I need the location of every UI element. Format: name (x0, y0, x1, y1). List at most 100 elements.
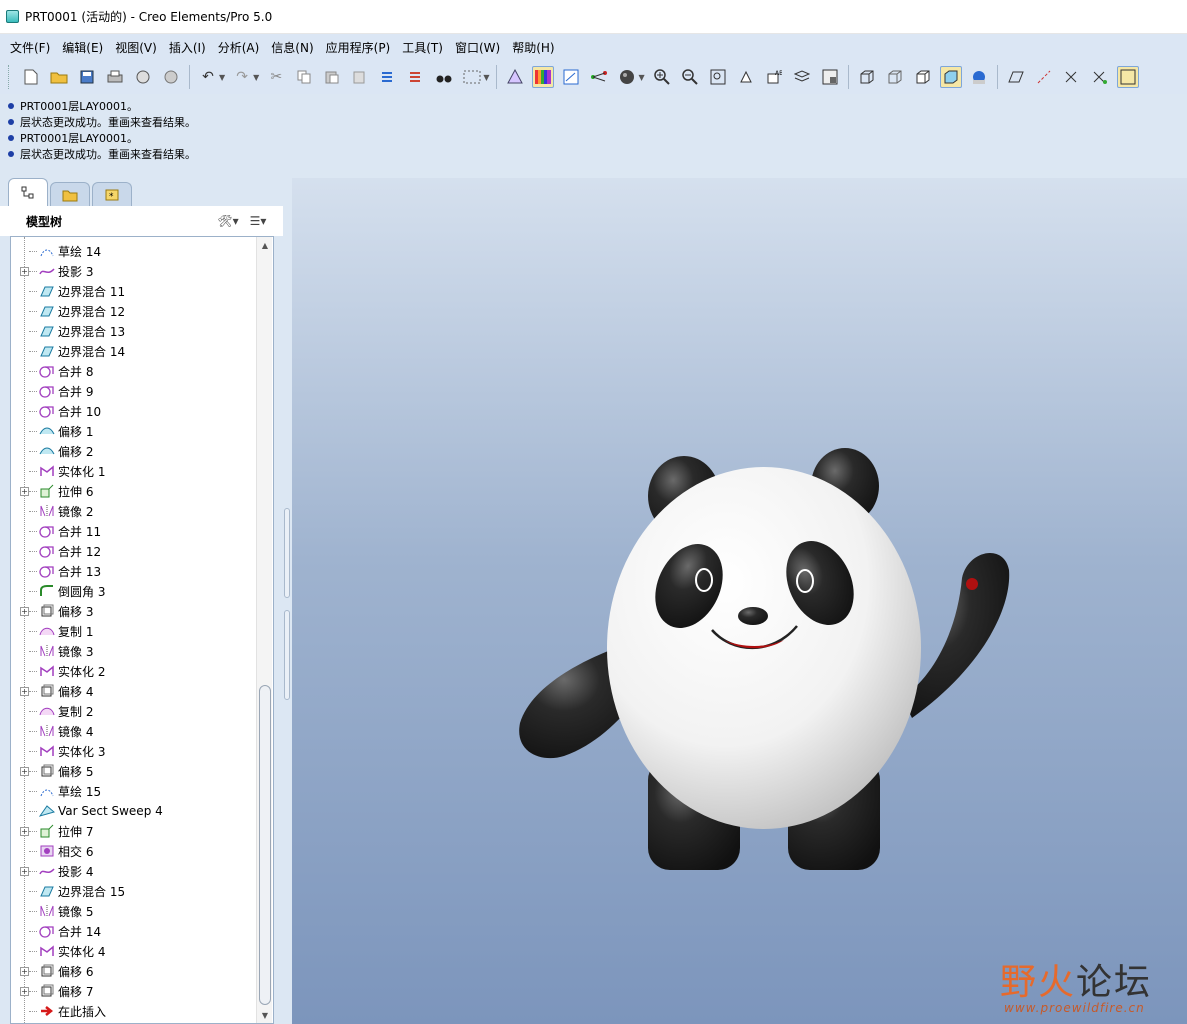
tab-favorites[interactable]: * (92, 182, 132, 206)
tree-item[interactable]: 相交 6 (11, 841, 257, 861)
menu-tools[interactable]: 工具(T) (396, 39, 449, 56)
print-icon[interactable] (104, 66, 126, 88)
tree-item[interactable]: + 拉伸 7 (11, 821, 257, 841)
color-appearance-icon[interactable] (532, 66, 555, 88)
panel-sash[interactable] (283, 178, 292, 1024)
redo-dropdown-icon[interactable]: ▼ (253, 73, 259, 82)
send-mail-icon[interactable] (132, 66, 154, 88)
find-binoculars-icon[interactable] (433, 66, 455, 88)
tree-item[interactable]: + 拉伸 6 (11, 481, 257, 501)
tree-item[interactable]: 镜像 3 (11, 641, 257, 661)
redo-icon[interactable]: ↷ (231, 66, 253, 88)
open-folder-icon[interactable] (48, 66, 70, 88)
tree-item[interactable]: 倒圆角 3 (11, 581, 257, 601)
sash-grip[interactable] (284, 508, 290, 598)
tree-item[interactable]: 实体化 4 (11, 941, 257, 961)
datum-axis-display-icon[interactable] (1033, 66, 1055, 88)
tree-item[interactable]: 偏移 1 (11, 421, 257, 441)
saved-views-icon[interactable]: AB (763, 66, 785, 88)
undo-dropdown-icon[interactable]: ▼ (219, 73, 225, 82)
expand-icon[interactable]: + (20, 766, 29, 776)
shading-icon[interactable] (939, 66, 962, 88)
settings-tools-icon[interactable]: 🛠▾ (213, 212, 243, 230)
tree-item[interactable]: + 偏移 6 (11, 961, 257, 981)
zoom-out-icon[interactable] (679, 66, 701, 88)
expand-icon[interactable]: + (20, 266, 29, 276)
tree-item[interactable]: 草绘 15 (11, 781, 257, 801)
hidden-line-icon[interactable] (884, 66, 906, 88)
tree-item[interactable]: + 偏移 3 (11, 601, 257, 621)
tree-item[interactable]: + 偏移 5 (11, 761, 257, 781)
datum-plane-display-icon[interactable] (1005, 66, 1027, 88)
wireframe-icon[interactable] (856, 66, 878, 88)
copy-icon[interactable] (293, 66, 315, 88)
menu-insert[interactable]: 插入(I) (163, 39, 212, 56)
layers-icon[interactable] (791, 66, 813, 88)
tree-item[interactable]: 合并 13 (11, 561, 257, 581)
scroll-thumb[interactable] (259, 685, 271, 1005)
expand-icon[interactable]: + (20, 866, 29, 876)
menu-help[interactable]: 帮助(H) (506, 39, 560, 56)
selection-box-icon[interactable] (461, 66, 483, 88)
paste-special-icon[interactable] (349, 66, 371, 88)
expand-icon[interactable]: + (20, 966, 29, 976)
enhanced-realism-icon[interactable] (968, 66, 990, 88)
tree-item[interactable]: 边界混合 14 (11, 341, 257, 361)
tree-item[interactable]: 在此插入 (11, 1001, 257, 1021)
tree-item[interactable]: 边界混合 15 (11, 881, 257, 901)
tree-item[interactable]: 合并 9 (11, 381, 257, 401)
tree-item[interactable]: + 偏移 4 (11, 681, 257, 701)
tree-item[interactable]: 草绘 14 (11, 241, 257, 261)
datum-point-display-icon[interactable] (1061, 66, 1083, 88)
undo-icon[interactable]: ↶ (197, 66, 219, 88)
datum-axes-icon[interactable] (588, 66, 610, 88)
toolbar-grip[interactable] (8, 65, 11, 89)
expand-icon[interactable]: + (20, 826, 29, 836)
new-file-icon[interactable] (20, 66, 42, 88)
tree-item[interactable]: 合并 10 (11, 401, 257, 421)
tree-item[interactable]: 实体化 3 (11, 741, 257, 761)
menu-applications[interactable]: 应用程序(P) (320, 39, 397, 56)
coordinate-system-display-icon[interactable] (1089, 66, 1111, 88)
no-hidden-icon[interactable] (912, 66, 934, 88)
menu-info[interactable]: 信息(N) (265, 39, 319, 56)
tree-item[interactable]: 合并 14 (11, 921, 257, 941)
regenerate-icon[interactable] (377, 66, 399, 88)
show-options-icon[interactable]: ☰▾ (243, 212, 273, 230)
save-icon[interactable] (76, 66, 98, 88)
expand-icon[interactable]: + (20, 686, 29, 696)
tree-item[interactable]: 合并 12 (11, 541, 257, 561)
tree-item[interactable]: 合并 11 (11, 521, 257, 541)
menu-analysis[interactable]: 分析(A) (212, 39, 266, 56)
reorient-icon[interactable] (735, 66, 757, 88)
annotation-display-icon[interactable] (1116, 66, 1139, 88)
tree-item[interactable]: 镜像 5 (11, 901, 257, 921)
tree-item[interactable]: + 投影 3 (11, 261, 257, 281)
expand-icon[interactable]: + (20, 486, 29, 496)
view-manager-icon[interactable] (819, 66, 841, 88)
sash-grip[interactable] (284, 610, 290, 700)
expand-icon[interactable]: + (20, 986, 29, 996)
expand-icon[interactable]: + (20, 606, 29, 616)
tree-item[interactable]: + 偏移 7 (11, 981, 257, 1001)
menu-file[interactable]: 文件(F) (4, 39, 56, 56)
menu-view[interactable]: 视图(V) (109, 39, 163, 56)
scroll-up-icon[interactable]: ▲ (257, 237, 273, 253)
scroll-down-icon[interactable]: ▼ (257, 1007, 273, 1023)
tree-item[interactable]: 镜像 2 (11, 501, 257, 521)
display-dropdown-icon[interactable]: ▼ (638, 73, 644, 82)
tree-item[interactable]: + 投影 4 (11, 861, 257, 881)
tree-item[interactable]: 实体化 2 (11, 661, 257, 681)
regeneration-manager-icon[interactable] (405, 66, 427, 88)
tree-item[interactable]: 边界混合 12 (11, 301, 257, 321)
tree-item[interactable]: 合并 8 (11, 361, 257, 381)
tree-item[interactable]: 镜像 4 (11, 721, 257, 741)
send-link-icon[interactable] (160, 66, 182, 88)
tab-folder-browser[interactable] (50, 182, 90, 206)
paste-icon[interactable] (321, 66, 343, 88)
shade-model-icon[interactable] (504, 66, 526, 88)
zoom-in-icon[interactable] (651, 66, 673, 88)
tab-model-tree[interactable] (8, 178, 48, 206)
tree-item[interactable]: 边界混合 11 (11, 281, 257, 301)
graphics-viewport[interactable] (292, 178, 1187, 1024)
